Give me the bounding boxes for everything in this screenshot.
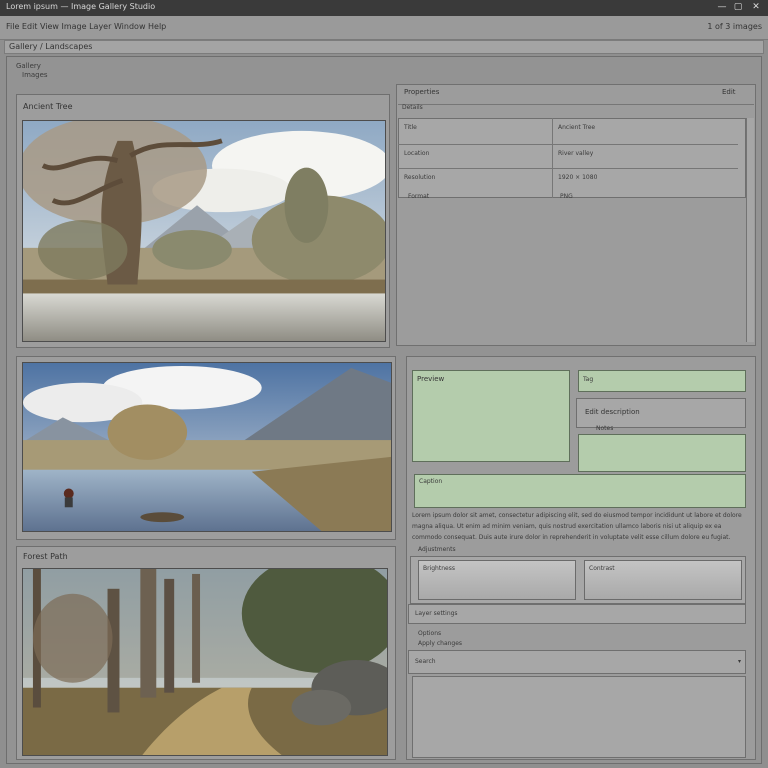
search-input-text: Search: [415, 658, 436, 665]
properties-column-divider: [552, 118, 553, 198]
layer-settings-label: Layer settings: [415, 610, 458, 617]
image-count: 1 of 3 images: [707, 22, 762, 31]
contrast-control[interactable]: Contrast: [584, 560, 742, 600]
image-panel-1-label: Ancient Tree: [23, 102, 73, 111]
properties-scrollbar[interactable]: [746, 118, 754, 342]
properties-subheader: Details: [402, 104, 423, 111]
properties-row-divider-2: [398, 168, 738, 169]
close-icon[interactable]: ✕: [750, 1, 762, 13]
search-icon[interactable]: ▾: [738, 658, 741, 665]
brightness-label: Brightness: [423, 565, 455, 572]
contrast-label: Contrast: [589, 565, 615, 572]
image-panel-3-label: Forest Path: [23, 552, 68, 561]
window-title: Lorem ipsum — Image Gallery Studio: [6, 2, 156, 11]
address-text: Gallery / Landscapes: [9, 42, 93, 51]
left-header: Gallery Images: [12, 60, 60, 82]
caption-field[interactable]: Caption: [414, 474, 746, 508]
preview-box[interactable]: Preview: [412, 370, 570, 462]
output-area[interactable]: [412, 676, 746, 758]
options-label: Options: [418, 630, 442, 637]
menu-bar: File Edit View Image Layer Window Help 1…: [0, 16, 768, 40]
apply-changes-link[interactable]: Apply changes: [418, 640, 462, 647]
maximize-icon[interactable]: ▢: [732, 1, 744, 13]
properties-row-divider-1: [398, 144, 738, 145]
minimize-icon[interactable]: —: [716, 1, 728, 13]
prop-value-1[interactable]: Ancient Tree: [558, 124, 595, 131]
menu-items[interactable]: File Edit View Image Layer Window Help: [6, 22, 166, 31]
prop-value-2[interactable]: River valley: [558, 150, 593, 157]
notes-field[interactable]: [578, 434, 746, 472]
description-button-label: Edit description: [585, 408, 640, 416]
landscape-tree-image[interactable]: [22, 120, 386, 342]
properties-title: Properties: [404, 88, 440, 96]
title-bar: Lorem ipsum — Image Gallery Studio — ▢ ✕: [0, 0, 768, 16]
description-line-1: Lorem ipsum dolor sit amet, consectetur …: [412, 512, 742, 519]
tag-field[interactable]: Tag: [578, 370, 746, 392]
description-line-3: commodo consequat. Duis aute irure dolor…: [412, 534, 731, 541]
prop-label-1: Title: [404, 124, 417, 131]
prop-label-4: Format: [408, 193, 430, 200]
landscape-lake-image[interactable]: [22, 362, 392, 532]
prop-label-3: Resolution: [404, 174, 436, 181]
prop-value-3[interactable]: 1920 × 1080: [558, 174, 597, 181]
adjustments-label: Adjustments: [418, 546, 456, 553]
properties-divider: [398, 104, 754, 105]
properties-edit-link[interactable]: Edit: [722, 88, 736, 96]
left-header-title: Gallery: [16, 62, 41, 70]
layer-settings-bar[interactable]: Layer settings: [408, 604, 746, 624]
landscape-forest-image[interactable]: [22, 568, 388, 756]
search-input[interactable]: Search ▾: [408, 650, 746, 674]
address-bar[interactable]: Gallery / Landscapes: [4, 40, 764, 54]
preview-label: Preview: [417, 375, 445, 383]
caption-label: Caption: [419, 478, 443, 485]
left-header-subtitle: Images: [22, 71, 48, 79]
description-line-2: magna aliqua. Ut enim ad minim veniam, q…: [412, 523, 722, 530]
notes-label: Notes: [596, 425, 614, 432]
description-button[interactable]: Edit description: [576, 398, 746, 428]
prop-value-4[interactable]: PNG: [560, 193, 573, 200]
brightness-control[interactable]: Brightness: [418, 560, 576, 600]
prop-label-2: Location: [404, 150, 430, 157]
tag-label: Tag: [583, 376, 594, 383]
